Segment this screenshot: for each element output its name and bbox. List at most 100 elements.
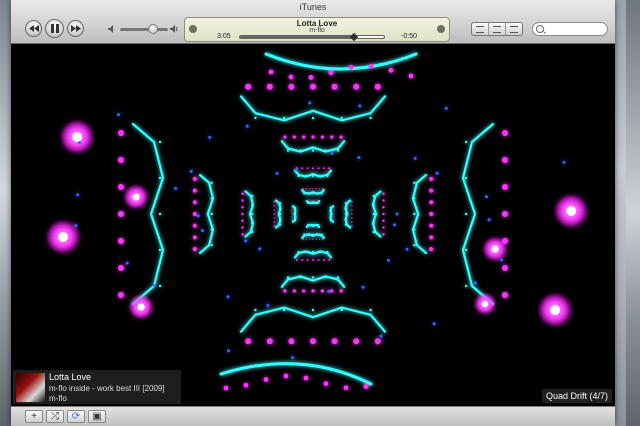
- add-playlist-button[interactable]: +: [25, 410, 43, 423]
- now-playing-overlay: Lotta Love m-flo inside - work best III …: [13, 370, 181, 404]
- play-pause-button[interactable]: [45, 19, 64, 38]
- viz-dot: [174, 186, 178, 190]
- viz-dot: [326, 174, 329, 178]
- viz-dot: [241, 226, 244, 229]
- next-button[interactable]: [67, 20, 84, 37]
- viz-dot: [292, 289, 296, 293]
- viz-dot: [307, 199, 308, 201]
- viz-dot: [278, 207, 282, 210]
- volume-slider-knob[interactable]: [148, 24, 158, 34]
- viz-dot: [368, 63, 374, 69]
- shuffle-button[interactable]: ⤮: [46, 410, 64, 423]
- viz-orb-core: [566, 206, 576, 216]
- viz-dot: [299, 149, 302, 152]
- viz-dot: [473, 281, 477, 285]
- speaker-low-icon: [108, 25, 113, 33]
- viz-dot: [374, 83, 381, 90]
- viz-dot: [283, 289, 287, 293]
- viz-dot: [189, 169, 193, 173]
- viz-dot: [275, 171, 279, 175]
- viz-dot: [263, 377, 269, 382]
- grid-view-button[interactable]: [489, 23, 506, 35]
- viz-dot: [311, 233, 315, 236]
- viz-bracket: [239, 306, 387, 333]
- viz-dot: [201, 229, 205, 233]
- viz-dot: [192, 200, 197, 205]
- viz-dot: [393, 223, 397, 227]
- search-input[interactable]: [547, 24, 603, 34]
- viz-dot: [309, 223, 312, 227]
- viz-dot: [266, 83, 273, 90]
- viz-dot: [429, 223, 434, 228]
- viz-dot: [266, 303, 270, 307]
- viz-dot: [351, 217, 353, 219]
- viz-dot: [357, 156, 361, 160]
- viz-dot: [484, 195, 488, 199]
- viz-orb-core: [132, 193, 140, 201]
- viz-dot: [429, 200, 434, 205]
- viz-dot: [464, 140, 468, 144]
- viz-dot: [336, 149, 340, 152]
- coverflow-icon: [510, 25, 518, 33]
- viz-dot: [208, 135, 212, 139]
- search-field[interactable]: [532, 22, 608, 36]
- viz-dot: [304, 174, 307, 178]
- view-switcher: [471, 22, 523, 36]
- viz-dot: [312, 167, 314, 170]
- now-playing-display: Lotta Love m-flo 3:05 -0:50: [184, 17, 450, 42]
- artwork-toggle-button[interactable]: ▣: [88, 410, 106, 423]
- coverflow-view-button[interactable]: [506, 23, 522, 35]
- viz-dot: [323, 381, 329, 387]
- viz-dot: [227, 349, 231, 353]
- viz-dot: [329, 215, 332, 219]
- volume-slider-track[interactable]: [120, 28, 168, 31]
- viz-dot: [223, 385, 229, 391]
- viz-dot: [429, 188, 434, 193]
- viz-orb-core: [550, 305, 560, 315]
- viz-dot: [429, 235, 434, 240]
- viz-dot: [254, 116, 257, 120]
- list-view-button[interactable]: [472, 23, 489, 35]
- viz-dot: [283, 373, 289, 379]
- viz-dot: [316, 192, 319, 195]
- genius-icon[interactable]: [437, 25, 445, 33]
- viz-dot: [308, 199, 310, 201]
- viz-dot: [303, 192, 306, 195]
- viz-dot: [273, 225, 275, 227]
- viz-dot: [251, 221, 254, 225]
- viz-dot: [286, 276, 290, 279]
- viz-dot: [329, 212, 332, 216]
- viz-dot: [311, 174, 315, 178]
- viz-dot: [291, 215, 293, 217]
- playhead[interactable]: [349, 32, 358, 42]
- viz-dot: [413, 181, 416, 184]
- viz-dot: [303, 233, 306, 236]
- viz-dot: [372, 221, 375, 225]
- viz-dot: [382, 199, 385, 202]
- viz-dot: [372, 194, 375, 198]
- viz-dot: [291, 206, 293, 208]
- viz-dot: [382, 212, 385, 216]
- viz-dot: [343, 385, 349, 391]
- viz-dot: [310, 199, 312, 201]
- viz-dot: [307, 233, 310, 236]
- viz-dot: [117, 113, 121, 117]
- progress-bar[interactable]: [239, 32, 385, 42]
- viz-dot: [192, 188, 197, 193]
- viz-dot: [307, 192, 310, 195]
- viz-dot: [351, 201, 353, 203]
- repeat-button[interactable]: ⟳: [67, 410, 85, 423]
- viz-dot: [358, 104, 362, 108]
- viz-dot: [435, 171, 439, 175]
- viz-bottom-arc: [219, 362, 373, 386]
- viz-dot: [288, 338, 295, 345]
- viz-dot: [294, 212, 297, 216]
- viz-dot: [306, 223, 310, 227]
- viz-dot: [502, 184, 508, 190]
- viz-dot: [310, 83, 316, 90]
- viz-dot: [210, 197, 213, 200]
- viz-dot: [363, 384, 369, 389]
- viz-dot: [311, 201, 315, 205]
- viz-dot: [369, 116, 372, 120]
- previous-button[interactable]: [25, 20, 42, 37]
